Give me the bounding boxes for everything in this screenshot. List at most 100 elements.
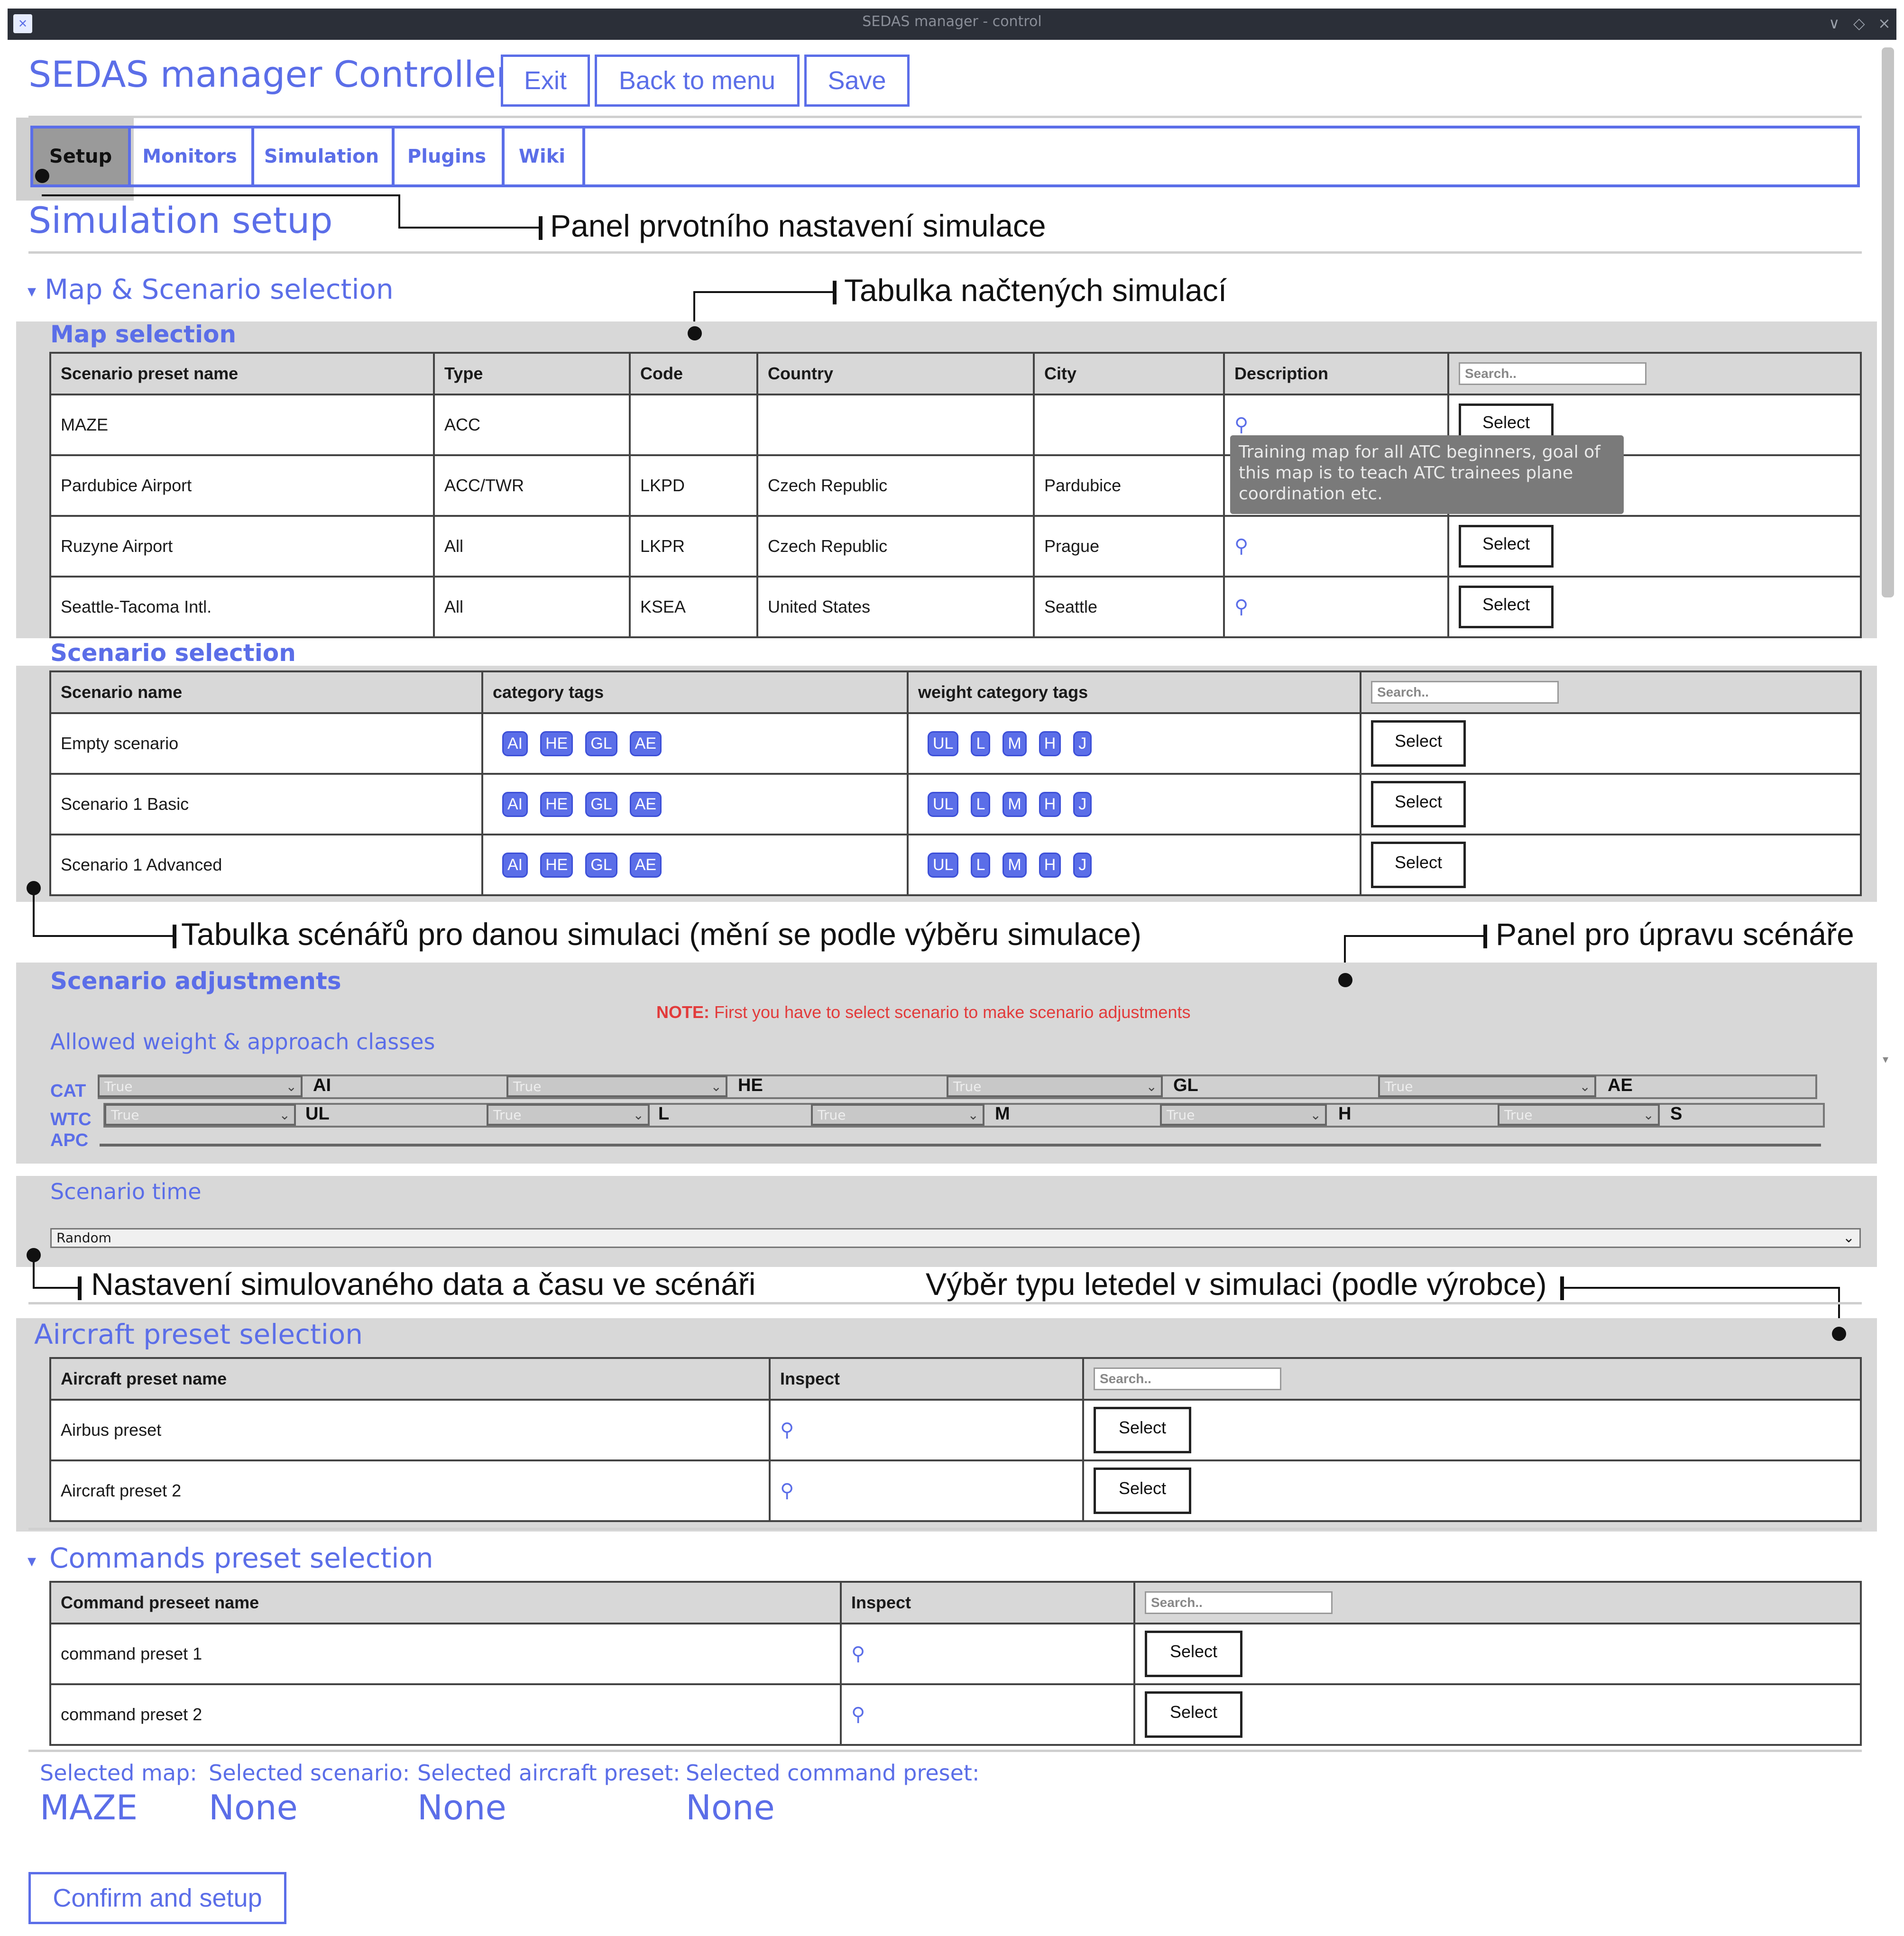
magnifier-icon[interactable]: ⚲	[1234, 596, 1248, 617]
note-message: First you have to select scenario to mak…	[709, 1002, 1191, 1022]
aircraft-search-input[interactable]: Search..	[1094, 1367, 1281, 1390]
tab-simulation[interactable]: Simulation	[251, 128, 395, 184]
table-row[interactable]: Scenario 1 Basic AI HE GL AE UL L M H J Select	[49, 773, 1862, 835]
select-button[interactable]: Select	[1371, 720, 1466, 767]
scenario-time-title: Scenario time	[50, 1179, 202, 1204]
search-header: Search..	[1360, 670, 1862, 714]
scenario-time-select[interactable]: Random ⌄	[50, 1228, 1861, 1248]
window-title: SEDAS manager - control	[862, 13, 1042, 30]
back-to-menu-button[interactable]: Back to menu	[595, 55, 800, 107]
map-country: United States	[756, 576, 1035, 638]
select-button[interactable]: Select	[1459, 525, 1554, 568]
section-map-scenario[interactable]: Map & Scenario selection	[45, 273, 394, 305]
scroll-down-icon[interactable]: ▾	[1883, 1053, 1888, 1066]
table-row[interactable]: Seattle-Tacoma Intl. All KSEA United Sta…	[49, 576, 1862, 638]
wtc-dropdown[interactable]: True ⌄	[1160, 1104, 1327, 1126]
chevron-down-icon: ⌄	[1146, 1079, 1157, 1094]
cat-dropdown[interactable]: True ⌄	[98, 1075, 303, 1097]
cat-dropdown[interactable]: True ⌄	[1378, 1075, 1596, 1097]
map-country	[756, 394, 1035, 456]
annotation-line	[694, 291, 835, 293]
magnifier-icon[interactable]: ⚲	[851, 1643, 865, 1664]
scenario-table: Scenario name category tags weight categ…	[49, 670, 1862, 896]
col-header: Inspect	[769, 1357, 1084, 1401]
aircraft-preset-title: Aircraft preset selection	[34, 1318, 363, 1350]
table-row[interactable]: Empty scenario AI HE GL AE UL L M H J Select	[49, 712, 1862, 775]
commands-search-input[interactable]: Search..	[1145, 1591, 1333, 1614]
col-header: Description	[1223, 352, 1449, 395]
chevron-down-icon: ⌄	[1643, 1107, 1654, 1123]
wtc-dropdown[interactable]: True ⌄	[104, 1104, 296, 1126]
tag-ai: AI	[502, 731, 528, 756]
exit-button[interactable]: Exit	[501, 55, 590, 107]
magnifier-icon[interactable]: ⚲	[851, 1704, 865, 1725]
minimize-icon[interactable]: ∨	[1829, 14, 1840, 32]
magnifier-icon[interactable]: ⚲	[1234, 414, 1248, 435]
table-row[interactable]: command preset 1 ⚲ Select	[49, 1623, 1862, 1685]
save-button[interactable]: Save	[804, 55, 910, 107]
caret-down-icon[interactable]: ▾	[28, 282, 36, 301]
scenario-adjustments-title: Scenario adjustments	[50, 967, 341, 995]
map-name: Ruzyne Airport	[49, 515, 435, 578]
commands-preset-title[interactable]: Commands preset selection	[49, 1542, 433, 1574]
tag-gl: GL	[585, 852, 617, 878]
annotation-map-table: Tabulka načtených simulací	[844, 273, 1227, 308]
table-row[interactable]: Airbus preset ⚲ Select	[49, 1399, 1862, 1461]
select-button[interactable]: Select	[1145, 1631, 1242, 1677]
caret-down-icon[interactable]: ▾	[28, 1551, 36, 1571]
select-button[interactable]: Select	[1371, 842, 1466, 888]
confirm-setup-button[interactable]: Confirm and setup	[28, 1872, 286, 1924]
map-city: Prague	[1033, 515, 1225, 578]
annotation-aircraft-preset: Výběr typu letedel v simulaci (podle výr…	[926, 1266, 1547, 1302]
wtc-dropdown[interactable]: True ⌄	[1498, 1104, 1660, 1126]
window-titlebar: ✕ SEDAS manager - control ∨ ◇ ×	[8, 9, 1896, 40]
tag-h: H	[1039, 791, 1061, 817]
chevron-down-icon: ⌄	[1842, 1229, 1855, 1246]
tag-j: J	[1073, 731, 1092, 756]
scrollbar-thumb[interactable]	[1882, 47, 1894, 597]
aircraft-preset-name: Airbus preset	[49, 1399, 771, 1461]
cat-dropdown[interactable]: True ⌄	[506, 1075, 727, 1097]
tag-h: H	[1039, 731, 1061, 756]
wtc-item-label: H	[1338, 1104, 1352, 1124]
selected-scenario-value: None	[209, 1788, 298, 1827]
col-header: weight category tags	[907, 670, 1361, 714]
tag-l: L	[971, 852, 991, 878]
tab-wiki[interactable]: Wiki	[502, 128, 585, 184]
select-button[interactable]: Select	[1459, 586, 1554, 628]
selected-aircraft-label: Selected aircraft preset:	[417, 1760, 681, 1786]
maximize-icon[interactable]: ◇	[1853, 14, 1865, 32]
map-name: Pardubice Airport	[49, 454, 435, 517]
cat-dropdown[interactable]: True ⌄	[947, 1075, 1163, 1097]
magnifier-icon[interactable]: ⚲	[780, 1480, 794, 1501]
annotation-line	[33, 935, 175, 937]
magnifier-icon[interactable]: ⚲	[780, 1420, 794, 1441]
col-header: City	[1033, 352, 1225, 395]
map-search-input[interactable]: Search..	[1459, 362, 1646, 385]
wtc-dropdown[interactable]: True ⌄	[811, 1104, 984, 1126]
map-selection-title: Map selection	[50, 321, 237, 348]
tab-plugins[interactable]: Plugins	[392, 128, 505, 184]
table-row[interactable]: Aircraft preset 2 ⚲ Select	[49, 1459, 1862, 1522]
select-button[interactable]: Select	[1094, 1468, 1191, 1514]
scenario-search-input[interactable]: Search..	[1371, 681, 1559, 704]
table-row[interactable]: Ruzyne Airport All LKPR Czech Republic P…	[49, 515, 1862, 578]
map-country: Czech Republic	[756, 454, 1035, 517]
tag-he: HE	[540, 852, 573, 878]
col-header: Inspect	[840, 1581, 1135, 1624]
selected-command-label: Selected command preset:	[686, 1760, 980, 1786]
wtc-item-label: S	[1670, 1104, 1683, 1124]
annotation-line	[1563, 1287, 1840, 1289]
wtc-dropdown[interactable]: True ⌄	[487, 1104, 650, 1126]
wtc-item-label: L	[658, 1104, 670, 1124]
select-button[interactable]: Select	[1371, 781, 1466, 827]
select-button[interactable]: Select	[1094, 1407, 1191, 1453]
divider	[28, 1302, 1862, 1304]
tab-monitors[interactable]: Monitors	[128, 128, 254, 184]
cat-item-label: GL	[1173, 1075, 1198, 1095]
table-row[interactable]: Scenario 1 Advanced AI HE GL AE UL L M H J Sele…	[49, 834, 1862, 896]
magnifier-icon[interactable]: ⚲	[1234, 536, 1248, 557]
table-row[interactable]: command preset 2 ⚲ Select	[49, 1683, 1862, 1746]
close-icon[interactable]: ×	[1878, 14, 1891, 32]
select-button[interactable]: Select	[1145, 1691, 1242, 1738]
